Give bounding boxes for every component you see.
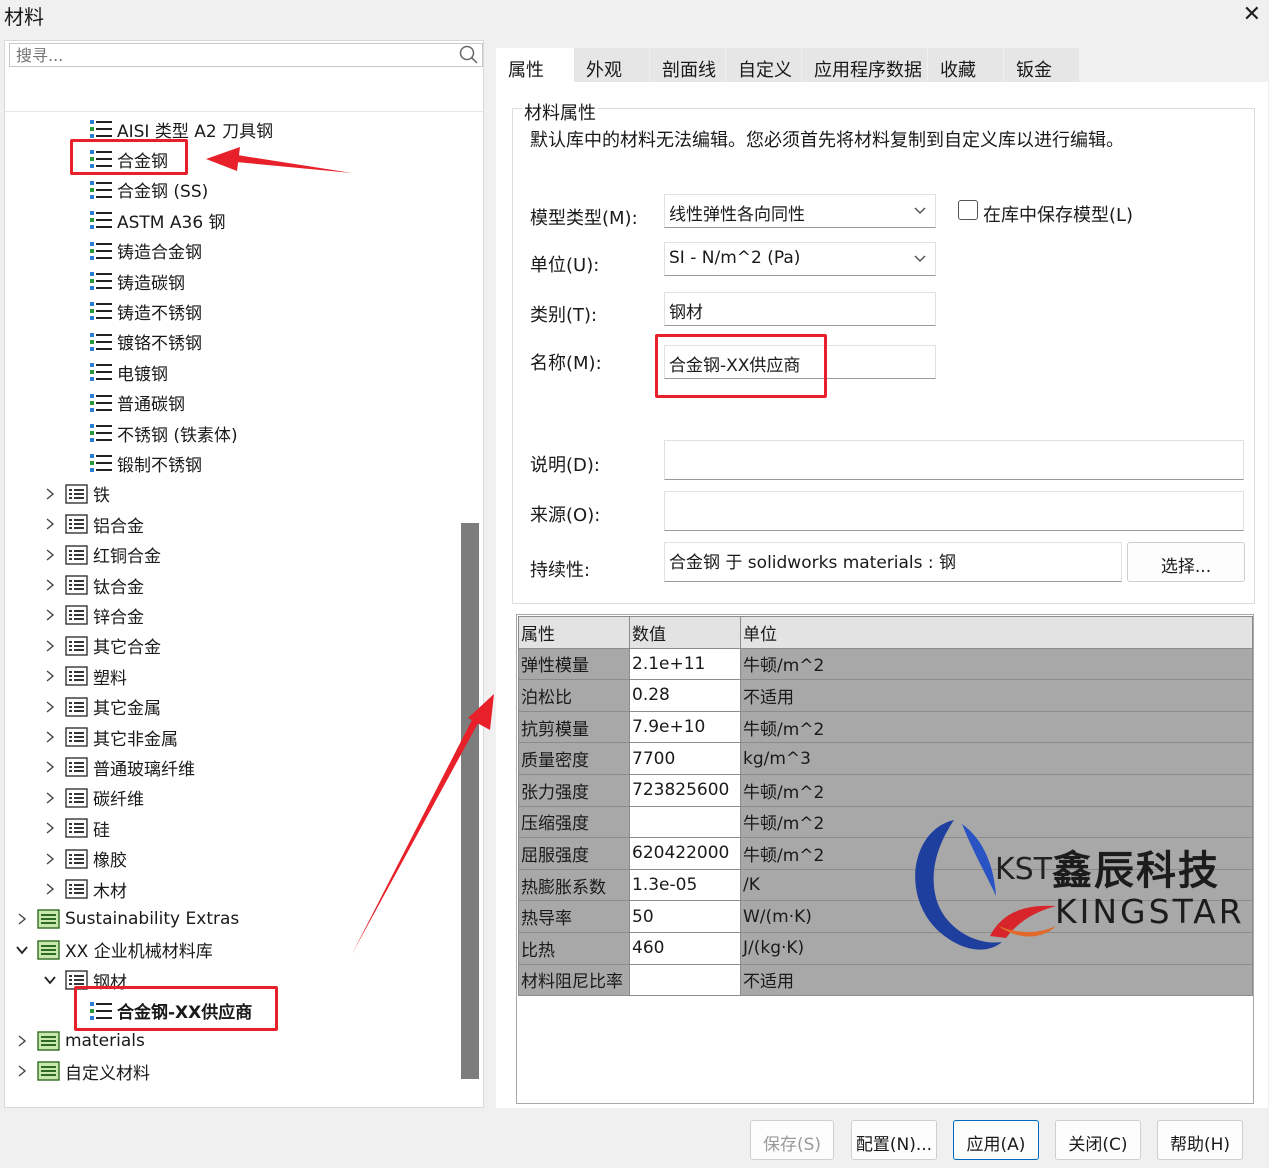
logo-english-text: KINGSTAR — [1055, 892, 1245, 931]
arrow-to-alloy-steel — [206, 147, 352, 173]
logo-kst-text: KST — [995, 852, 1053, 887]
annotation-arrows — [206, 147, 494, 954]
arrow-to-properties-table — [352, 694, 494, 954]
logo-chinese-text: 鑫辰科技 — [1052, 848, 1220, 894]
